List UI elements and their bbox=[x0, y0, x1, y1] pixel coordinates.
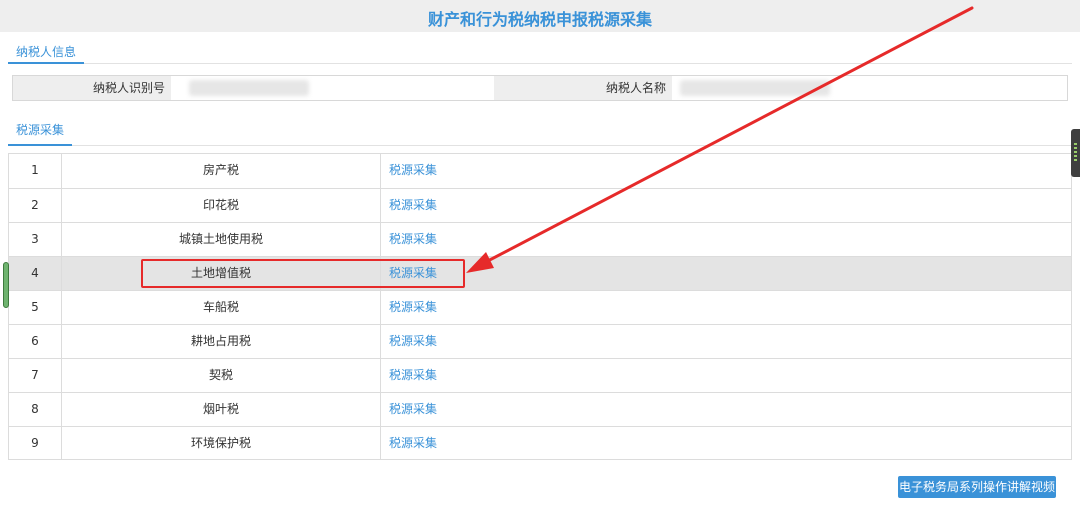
left-scroll-handle[interactable] bbox=[3, 262, 9, 308]
right-scroll-handle[interactable] bbox=[1071, 129, 1080, 177]
annotation-arrow bbox=[466, 6, 974, 273]
help-video-button[interactable]: 电子税务局系列操作讲解视频 bbox=[898, 476, 1056, 498]
